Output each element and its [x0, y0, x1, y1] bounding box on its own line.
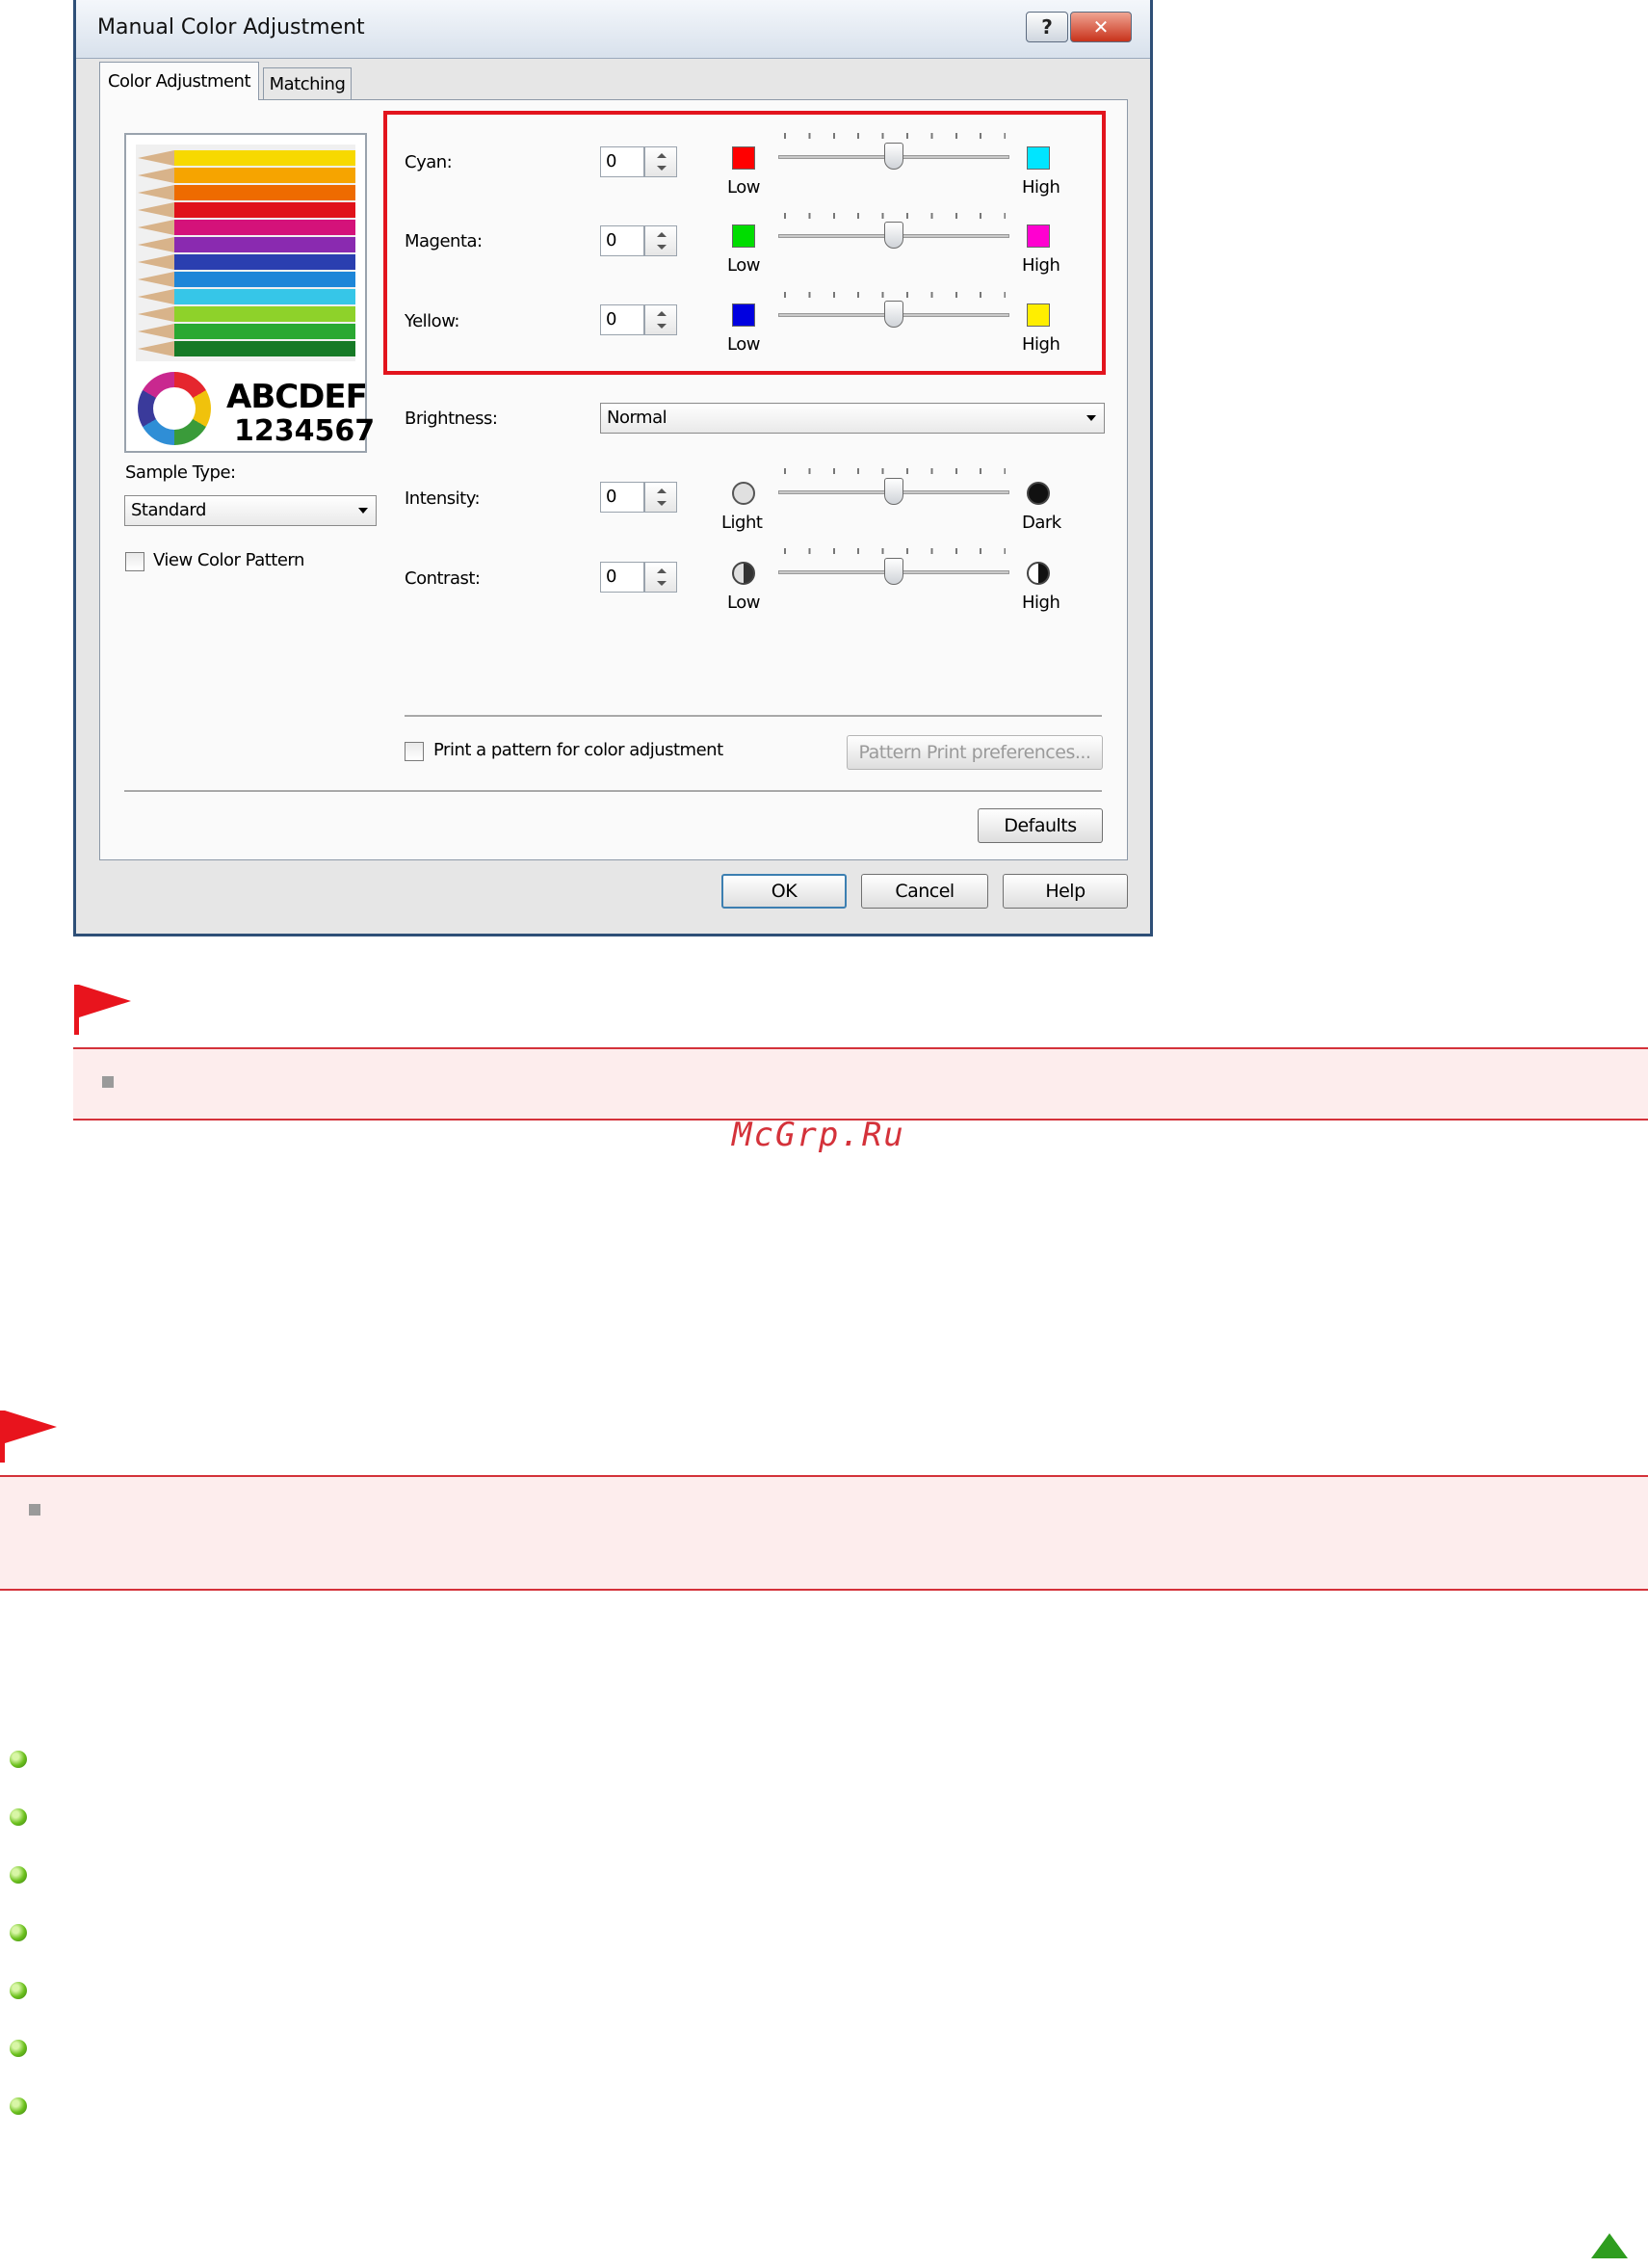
- yellow-value[interactable]: 0: [600, 304, 644, 335]
- help-title-button[interactable]: ?: [1026, 12, 1068, 42]
- yellow-low-swatch: [732, 303, 755, 327]
- watermark: McGrp.Ru: [732, 1116, 905, 1154]
- view-color-pattern-checkbox[interactable]: [125, 552, 144, 571]
- separator: [405, 715, 1102, 718]
- cyan-high-label: High: [1022, 177, 1060, 198]
- magenta-label: Magenta:: [405, 231, 483, 251]
- cyan-spin-buttons[interactable]: [644, 146, 677, 177]
- list-bullet-icon: [10, 1866, 27, 1884]
- contrast-label: Contrast:: [405, 568, 481, 589]
- intensity-ticks: [784, 468, 1006, 474]
- intensity-slider-thumb[interactable]: [884, 478, 903, 505]
- contrast-high-label: High: [1022, 593, 1060, 613]
- sample-type-label: Sample Type:: [125, 462, 236, 483]
- print-pattern-checkbox[interactable]: [405, 742, 424, 761]
- yellow-slider-thumb[interactable]: [884, 301, 903, 328]
- list-bullet-icon: [10, 1751, 27, 1768]
- sample-type-select[interactable]: Standard: [124, 495, 377, 526]
- brightness-value: Normal: [607, 408, 667, 428]
- chevron-down-icon: [1086, 415, 1096, 421]
- intensity-spin-buttons[interactable]: [644, 482, 677, 513]
- intensity-label: Intensity:: [405, 488, 481, 509]
- intensity-high-label: Dark: [1022, 513, 1061, 533]
- magenta-low-label: Low: [727, 255, 760, 276]
- list-bullet-icon: [10, 1924, 27, 1941]
- cancel-button[interactable]: Cancel: [861, 874, 988, 909]
- sample-type-value: Standard: [131, 500, 206, 520]
- contrast-slider-thumb[interactable]: [884, 558, 903, 585]
- tab-color-adjustment[interactable]: Color Adjustment: [99, 62, 259, 100]
- magenta-slider-thumb[interactable]: [884, 222, 903, 249]
- magenta-low-swatch: [732, 224, 755, 248]
- preview-numbers: 1234567: [234, 414, 376, 448]
- yellow-low-label: Low: [727, 334, 760, 355]
- contrast-low-icon: [732, 562, 755, 585]
- magenta-spinbox[interactable]: 0: [600, 225, 677, 256]
- magenta-spin-buttons[interactable]: [644, 225, 677, 256]
- cyan-spinbox[interactable]: 0: [600, 146, 677, 177]
- yellow-high-swatch: [1027, 303, 1050, 327]
- yellow-spinbox[interactable]: 0: [600, 304, 677, 335]
- cyan-low-swatch: [732, 146, 755, 170]
- dark-circle-icon: [1027, 482, 1050, 505]
- important-note-box: [0, 1475, 1648, 1591]
- contrast-low-label: Low: [727, 593, 760, 613]
- manual-color-adjustment-dialog: Manual Color Adjustment ? ✕ Color Adjust…: [73, 0, 1153, 936]
- cyan-slider-thumb[interactable]: [884, 143, 903, 170]
- cyan-value[interactable]: 0: [600, 146, 644, 177]
- important-note-box: [73, 1047, 1648, 1121]
- magenta-ticks: [784, 213, 1006, 219]
- cyan-label: Cyan:: [405, 152, 453, 172]
- intensity-spinbox[interactable]: 0: [600, 482, 677, 513]
- dialog-title: Manual Color Adjustment: [97, 15, 365, 40]
- close-button[interactable]: ✕: [1070, 12, 1132, 42]
- title-bar: Manual Color Adjustment ? ✕: [76, 0, 1150, 59]
- help-button[interactable]: Help: [1003, 874, 1128, 909]
- color-preview-image: ABCDEF 1234567: [124, 133, 375, 453]
- back-to-top-icon[interactable]: [1591, 2233, 1628, 2258]
- yellow-ticks: [784, 292, 1006, 298]
- color-wheel-center: [153, 387, 196, 430]
- yellow-high-label: High: [1022, 334, 1060, 355]
- contrast-spinbox[interactable]: 0: [600, 562, 677, 593]
- tab-matching[interactable]: Matching: [263, 67, 352, 100]
- note-bullet-icon: [29, 1504, 40, 1516]
- magenta-value[interactable]: 0: [600, 225, 644, 256]
- pencils-image: [136, 145, 355, 361]
- cyan-ticks: [784, 133, 1006, 139]
- magenta-high-swatch: [1027, 224, 1050, 248]
- chevron-down-icon: [358, 508, 368, 514]
- view-color-pattern-label: View Color Pattern: [153, 550, 304, 570]
- list-bullet-icon: [10, 1982, 27, 1999]
- print-pattern-label: Print a pattern for color adjustment: [433, 740, 723, 760]
- separator: [124, 790, 1102, 793]
- brightness-label: Brightness:: [405, 409, 498, 429]
- light-circle-icon: [732, 482, 755, 505]
- magenta-high-label: High: [1022, 255, 1060, 276]
- cyan-low-label: Low: [727, 177, 760, 198]
- list-bullet-icon: [10, 1808, 27, 1826]
- intensity-low-label: Light: [721, 513, 763, 533]
- contrast-value[interactable]: 0: [600, 562, 644, 593]
- contrast-ticks: [784, 548, 1006, 554]
- brightness-select[interactable]: Normal: [600, 403, 1105, 434]
- list-bullet-icon: [10, 2097, 27, 2115]
- preview-letters: ABCDEF: [226, 378, 368, 416]
- contrast-spin-buttons[interactable]: [644, 562, 677, 593]
- yellow-label: Yellow:: [405, 311, 460, 331]
- intensity-value[interactable]: 0: [600, 482, 644, 513]
- ok-button[interactable]: OK: [721, 874, 847, 909]
- list-bullet-icon: [10, 2040, 27, 2057]
- yellow-spin-buttons[interactable]: [644, 304, 677, 335]
- cyan-high-swatch: [1027, 146, 1050, 170]
- pattern-print-preferences-button[interactable]: Pattern Print preferences...: [847, 735, 1103, 770]
- contrast-high-icon: [1027, 562, 1050, 585]
- note-bullet-icon: [102, 1076, 114, 1088]
- defaults-button[interactable]: Defaults: [978, 808, 1103, 843]
